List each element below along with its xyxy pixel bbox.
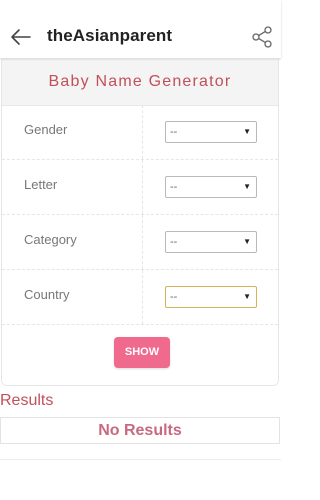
category-select-value: --	[170, 236, 178, 248]
country-label: Country	[24, 287, 70, 302]
app-title: theAsianparent	[47, 26, 173, 45]
app-bar: theAsianparent	[0, 0, 281, 58]
generator-title: Baby Name Generator	[48, 73, 232, 90]
gender-row: Gender -- ▼	[2, 105, 278, 160]
category-select[interactable]: -- ▼	[165, 231, 257, 253]
gender-select-value: --	[170, 126, 178, 138]
country-select[interactable]: -- ▼	[165, 286, 257, 308]
letter-label: Letter	[24, 177, 58, 192]
card-header: Baby Name Generator	[2, 59, 278, 106]
category-label: Category	[24, 232, 77, 247]
show-button[interactable]: SHOW	[114, 337, 170, 368]
dropdown-arrow-icon: ▼	[243, 127, 251, 136]
country-row: Country -- ▼	[2, 270, 278, 325]
row-divider	[142, 160, 143, 214]
no-results-message: No Results	[98, 422, 182, 439]
results-heading: Results	[0, 392, 54, 409]
letter-select-value: --	[170, 181, 178, 193]
name-generator-card: Baby Name Generator Gender -- ▼ Letter -…	[1, 59, 279, 386]
row-divider	[142, 105, 143, 159]
results-box: No Results	[0, 417, 280, 444]
dropdown-arrow-icon: ▼	[243, 237, 251, 246]
gender-select[interactable]: -- ▼	[165, 121, 257, 143]
dropdown-arrow-icon: ▼	[243, 182, 251, 191]
row-divider	[142, 270, 143, 324]
letter-row: Letter -- ▼	[2, 160, 278, 215]
share-icon[interactable]	[250, 24, 274, 50]
country-select-value: --	[170, 291, 178, 303]
divider	[0, 459, 281, 460]
letter-select[interactable]: -- ▼	[165, 176, 257, 198]
dropdown-arrow-icon: ▼	[243, 292, 251, 301]
category-row: Category -- ▼	[2, 215, 278, 270]
arrow-left-icon[interactable]	[8, 24, 34, 50]
gender-label: Gender	[24, 122, 68, 137]
row-divider	[142, 215, 143, 269]
